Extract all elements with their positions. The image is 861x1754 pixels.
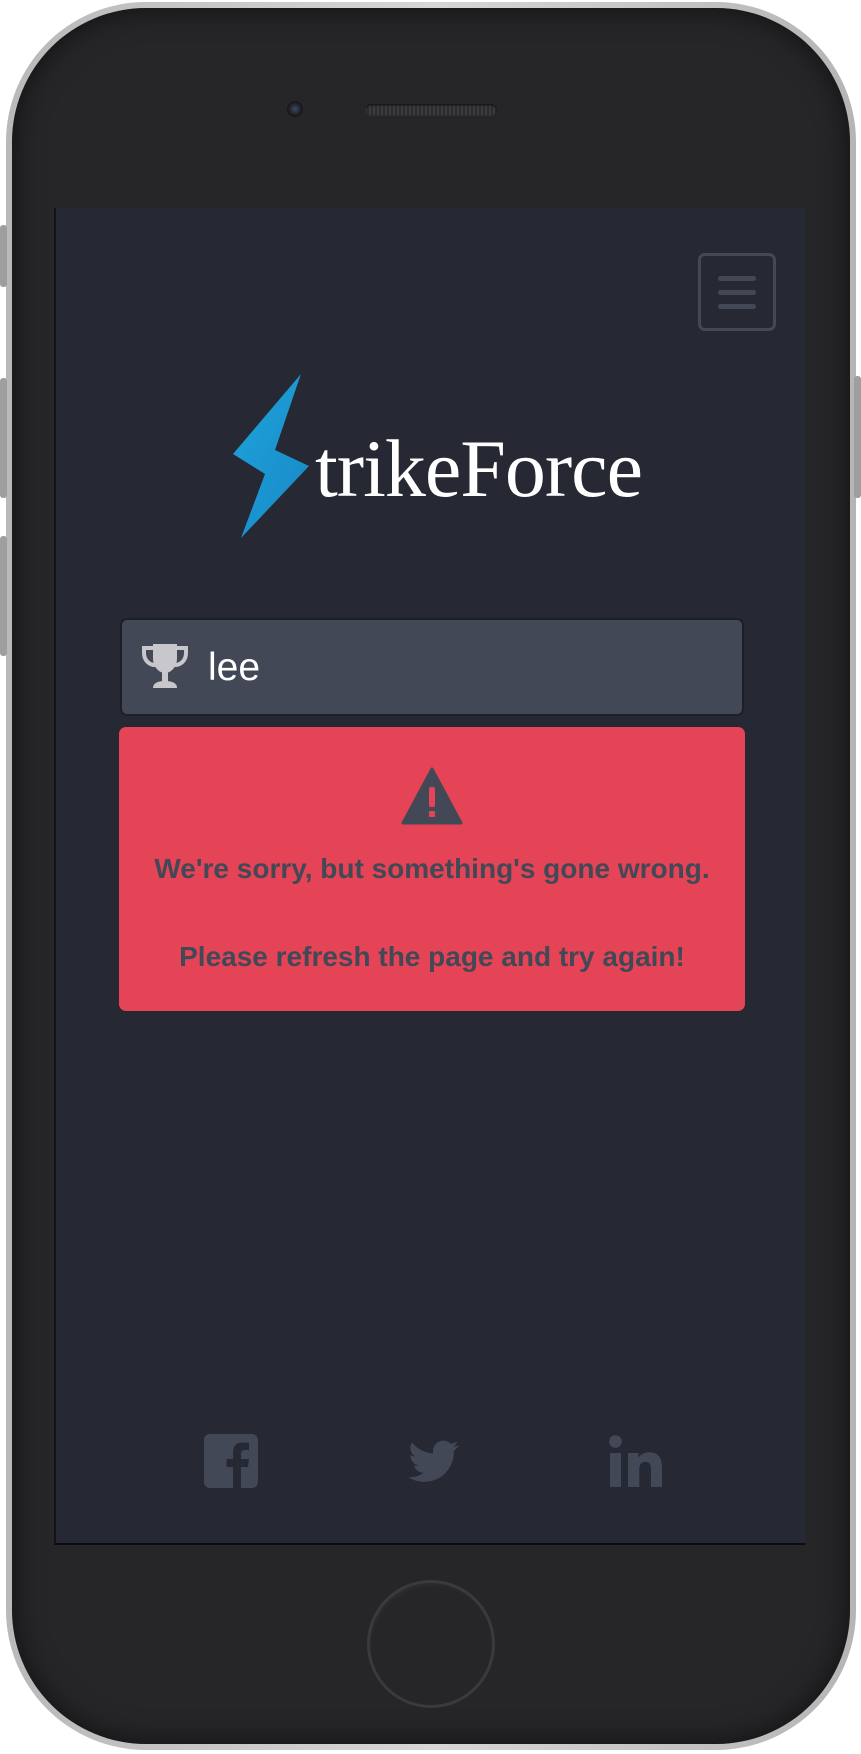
home-button[interactable]: [367, 1580, 495, 1708]
error-instruction: Please refresh the page and try again!: [179, 941, 685, 972]
facebook-icon: [204, 1434, 258, 1489]
error-message: We're sorry, but something's gone wrong.: [154, 853, 710, 884]
menu-button[interactable]: [698, 253, 776, 331]
phone-silent-switch: [0, 225, 7, 287]
logo-wordmark: trikeForce: [315, 423, 643, 514]
strikeforce-logo: trikeForce: [231, 366, 651, 546]
linkedin-icon: [609, 1435, 662, 1487]
speaker-grille: [365, 104, 497, 116]
menu-icon-bar: [718, 304, 756, 309]
menu-icon-bar: [718, 290, 756, 295]
trophy-icon: [142, 644, 188, 688]
phone-volume-up: [0, 378, 7, 498]
menu-icon: [718, 276, 756, 281]
error-alert: We're sorry, but something's gone wrong.…: [119, 727, 745, 1011]
facebook-link[interactable]: [203, 1433, 259, 1489]
app-screen: trikeForce lee We're sorry, but somethin…: [54, 208, 805, 1545]
phone-power-button: [854, 376, 861, 498]
lightning-bolt-icon: [233, 374, 309, 538]
linkedin-link[interactable]: [608, 1433, 664, 1489]
warning-icon: [401, 767, 463, 825]
phone-volume-down: [0, 536, 7, 656]
search-field[interactable]: lee: [120, 618, 744, 716]
camera-icon: [287, 101, 303, 117]
search-value: lee: [208, 646, 261, 689]
twitter-link[interactable]: [406, 1433, 462, 1489]
twitter-icon: [408, 1440, 459, 1482]
